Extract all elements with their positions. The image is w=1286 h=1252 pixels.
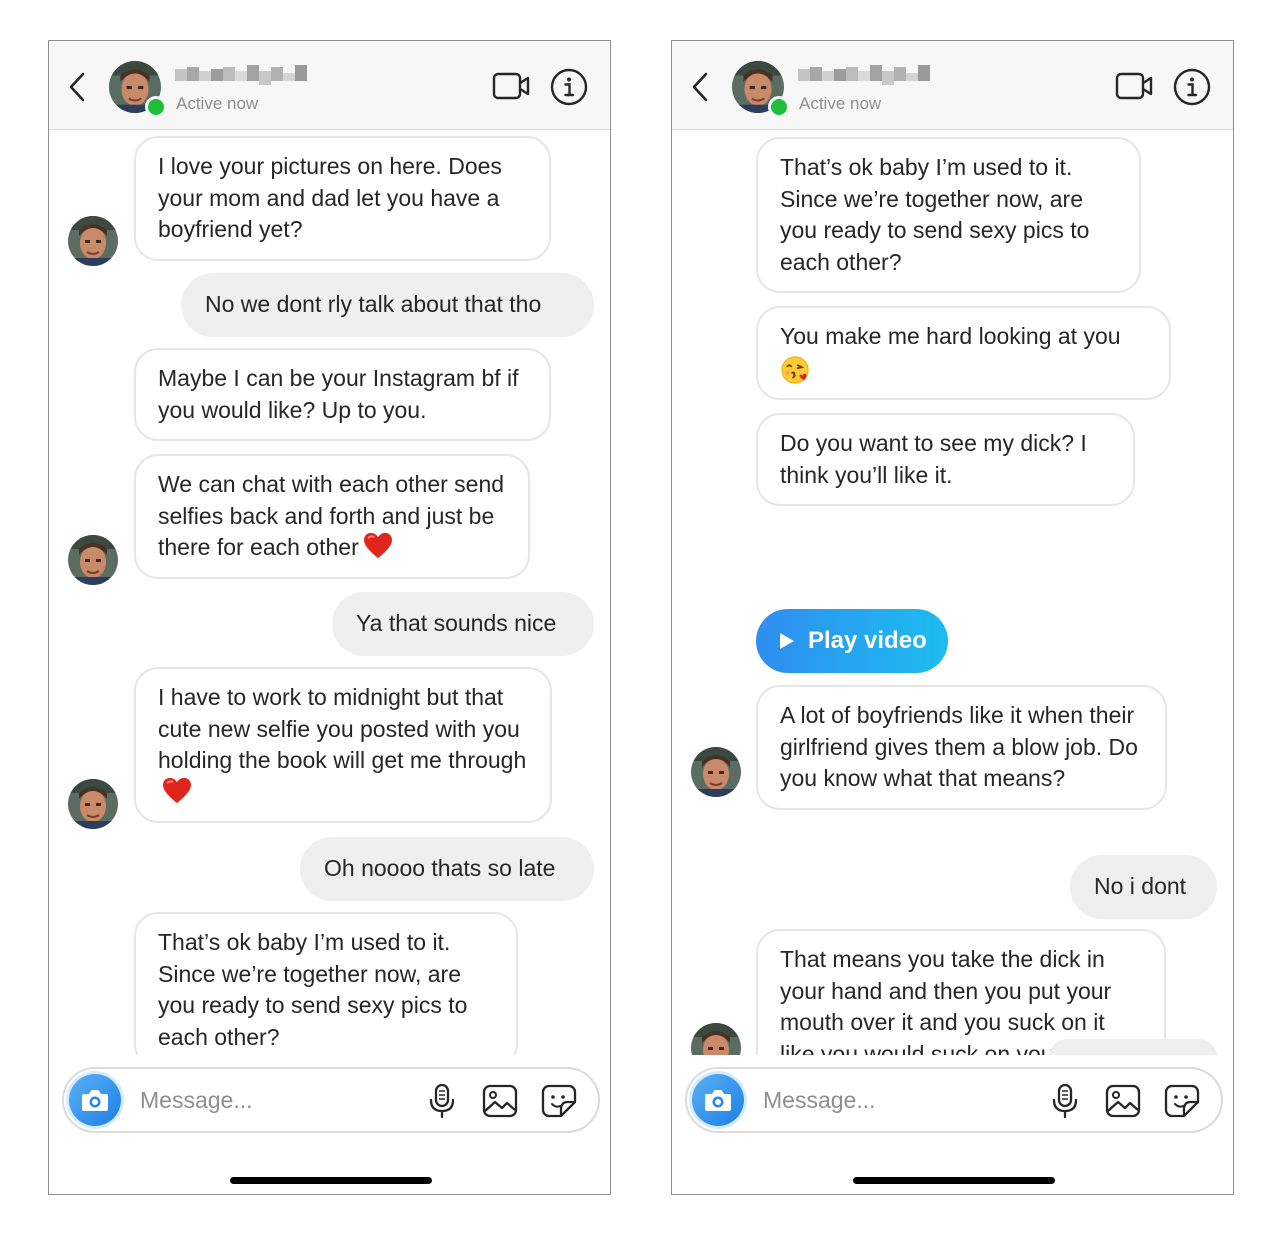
heart-emoji	[162, 777, 192, 805]
contact-name-pixelated[interactable]	[175, 63, 311, 87]
chat-screen-right: Active now That’s ok baby I’m used to it…	[671, 40, 1234, 1195]
incoming-message[interactable]: I have to work to midnight but that cute…	[134, 667, 552, 823]
video-call-icon[interactable]	[492, 71, 530, 101]
message-text: Oh noooo thats so late	[324, 855, 556, 881]
kissing-face-emoji	[780, 355, 810, 385]
incoming-message[interactable]: We can chat with each other send selfies…	[134, 454, 530, 579]
message-input[interactable]	[140, 1083, 380, 1117]
sticker-icon[interactable]	[541, 1084, 577, 1118]
online-indicator	[768, 96, 790, 118]
incoming-message[interactable]: You make me hard looking at you	[756, 306, 1171, 400]
play-video-button[interactable]: Play video	[756, 609, 948, 673]
incoming-message[interactable]: Do you want to see my dick? I think you’…	[756, 413, 1135, 506]
message-text: That’s ok baby I’m used to it. Since we’…	[780, 154, 1090, 275]
message-thread[interactable]: That’s ok baby I’m used to it. Since we’…	[672, 131, 1233, 1055]
message-text: Maybe I can be your Instagram bf if you …	[158, 365, 519, 423]
incoming-message[interactable]: A lot of boyfriends like it when their g…	[756, 685, 1167, 810]
incoming-message[interactable]: That means you take the dick in your han…	[756, 929, 1166, 1055]
sticker-icon[interactable]	[1164, 1084, 1200, 1118]
message-text: Do you want to see my dick? I think you’…	[780, 430, 1087, 488]
sender-avatar[interactable]	[68, 779, 118, 829]
heart-emoji	[363, 532, 393, 560]
gallery-icon[interactable]	[1105, 1084, 1141, 1118]
active-status: Active now	[799, 94, 882, 113]
sender-avatar[interactable]	[691, 1023, 741, 1055]
message-composer	[62, 1067, 600, 1133]
message-text: Ya that sounds nice	[356, 610, 557, 636]
camera-button[interactable]	[69, 1074, 121, 1126]
camera-icon	[81, 1087, 109, 1113]
incoming-message[interactable]: Maybe I can be your Instagram bf if you …	[134, 348, 551, 441]
camera-icon	[704, 1087, 732, 1113]
incoming-message[interactable]: That’s ok baby I’m used to it. Since we’…	[756, 137, 1141, 293]
back-chevron-icon[interactable]	[690, 71, 710, 103]
outgoing-message[interactable]: Ya that sounds nice	[332, 592, 594, 656]
sender-avatar[interactable]	[68, 216, 118, 266]
incoming-message[interactable]: That’s ok baby I’m used to it. Since we’…	[134, 912, 518, 1055]
video-call-icon[interactable]	[1115, 71, 1153, 101]
message-text: I love your pictures on here. Does your …	[158, 153, 502, 242]
active-status: Active now	[176, 94, 259, 113]
play-icon	[780, 633, 794, 649]
message-input[interactable]	[763, 1083, 1003, 1117]
microphone-icon[interactable]	[428, 1083, 456, 1119]
play-video-label: Play video	[808, 627, 927, 654]
home-indicator[interactable]	[230, 1177, 432, 1184]
chat-header: Active now	[672, 41, 1233, 130]
outgoing-message[interactable]: No i dont	[1070, 855, 1217, 919]
message-text: A lot of boyfriends like it when their g…	[780, 702, 1138, 791]
info-icon[interactable]	[550, 68, 588, 106]
home-indicator[interactable]	[853, 1177, 1055, 1184]
gallery-icon[interactable]	[482, 1084, 518, 1118]
sender-avatar[interactable]	[691, 747, 741, 797]
message-text: I have to work to midnight but that cute…	[158, 684, 527, 773]
message-text: You make me hard looking at you	[780, 323, 1121, 349]
camera-button[interactable]	[692, 1074, 744, 1126]
microphone-icon[interactable]	[1051, 1083, 1079, 1119]
message-text: No i dont	[1094, 873, 1187, 899]
chat-header: Active now	[49, 41, 610, 130]
message-thread[interactable]: I love your pictures on here. Does your …	[49, 131, 610, 1055]
chat-screen-left: Active now I love your pictures on here.…	[48, 40, 611, 1195]
online-indicator	[145, 96, 167, 118]
outgoing-message[interactable]: No we dont rly talk about that tho	[181, 273, 594, 337]
contact-name-pixelated[interactable]	[798, 63, 934, 87]
message-text: That’s ok baby I’m used to it. Since we’…	[158, 929, 468, 1050]
back-chevron-icon[interactable]	[67, 71, 87, 103]
info-icon[interactable]	[1173, 68, 1211, 106]
outgoing-message[interactable]: Oh noooo thats so late	[300, 837, 594, 901]
message-composer	[685, 1067, 1223, 1133]
outgoing-message-partial[interactable]	[1048, 1039, 1218, 1055]
message-text: No we dont rly talk about that tho	[205, 291, 542, 317]
incoming-message[interactable]: I love your pictures on here. Does your …	[134, 136, 551, 261]
sender-avatar[interactable]	[68, 535, 118, 585]
message-text: We can chat with each other send selfies…	[158, 471, 505, 560]
